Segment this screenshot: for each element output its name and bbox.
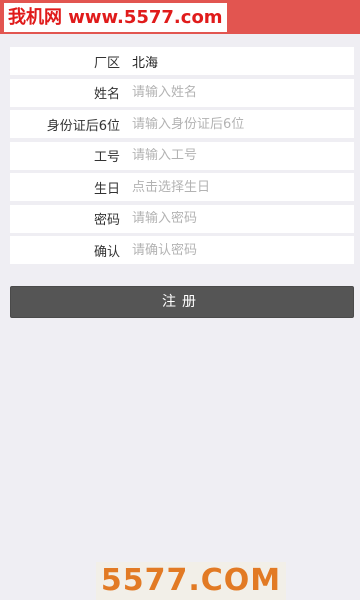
factory-value[interactable]: 北海 — [132, 52, 158, 71]
id-last6-row: 身份证后6位 — [10, 110, 354, 138]
birthday-label: 生日 — [93, 181, 120, 197]
employee-id-row: 工号 — [10, 141, 354, 170]
confirm-password-label: 确认 — [93, 244, 120, 260]
watermark-top: 我机网 www.5577.com — [4, 3, 227, 32]
factory-label: 厂区 — [93, 55, 120, 71]
confirm-password-input[interactable] — [128, 242, 346, 258]
birthday-picker[interactable] — [128, 179, 346, 195]
factory-row[interactable]: 厂区 北海 — [10, 47, 354, 75]
name-row: 姓名 — [10, 78, 354, 107]
confirm-password-row: 确认 — [10, 236, 354, 264]
id-last6-input[interactable] — [128, 116, 346, 132]
id-last6-label: 身份证后6位 — [46, 118, 120, 134]
employee-id-input[interactable] — [128, 148, 346, 163]
watermark-bottom: 5577.COM — [96, 562, 286, 600]
register-button[interactable]: 注册 — [10, 286, 354, 318]
registration-form: 厂区 北海 姓名 身份证后6位 工号 生日 密码 确认 — [10, 47, 354, 268]
birthday-row[interactable]: 生日 — [10, 173, 354, 201]
name-label: 姓名 — [93, 87, 120, 102]
name-input[interactable] — [128, 85, 346, 100]
password-label: 密码 — [93, 213, 120, 228]
employee-id-label: 工号 — [93, 150, 120, 165]
password-input[interactable] — [128, 211, 346, 226]
password-row: 密码 — [10, 204, 354, 233]
